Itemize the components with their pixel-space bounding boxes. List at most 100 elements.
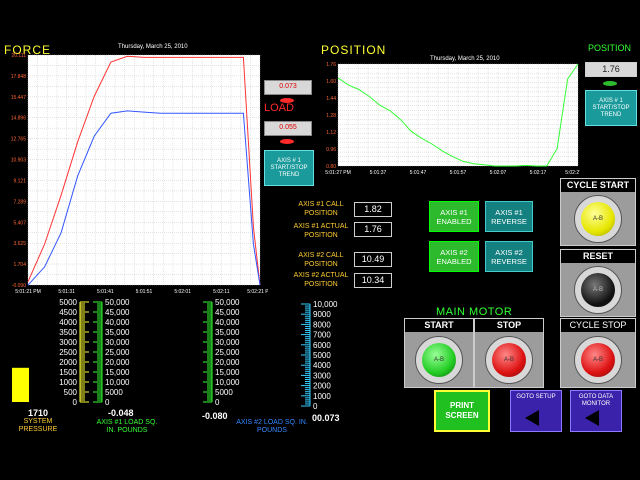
load-indicator-icon-2 (280, 139, 294, 144)
cycle-start-label: CYCLE START (561, 179, 635, 192)
y-tick-label: 1.28 (326, 113, 336, 119)
system-pressure-label: SYSTEM PRESSURE (18, 418, 58, 433)
stop-panel: STOP A-B (474, 318, 544, 388)
x-tick-label: 5:01:51 (136, 289, 153, 295)
axis1-actual-label: AXIS #1 ACTUAL POSITION (293, 223, 349, 239)
gauge-tick-label: 15,000 (105, 368, 130, 377)
load3-value: 00.073 (312, 413, 340, 423)
cycle-stop-button[interactable]: A-B (581, 343, 615, 377)
goto-data-monitor-button[interactable]: GOTO DATA MONITOR (570, 390, 622, 432)
y-tick-label: 15.447 (11, 95, 27, 101)
axis1-load-gauge: 50,00045,00040,00035,00030,00025,00020,0… (93, 298, 130, 407)
gauge-tick-label: 0 (215, 398, 220, 407)
gauge-tick-label: 3000 (59, 338, 77, 347)
gauge-tick-label: 35,000 (105, 328, 130, 337)
gauge-tick-label: 6000 (313, 341, 331, 350)
gauge-tick-label: 30,000 (105, 338, 130, 347)
force-x-ticks: 5:01:21 PM 5:01:31 5:01:41 5:01:51 5:02:01 5:… (15, 289, 268, 295)
start-button[interactable]: A-B (422, 343, 456, 377)
y-tick-label: 20.111 (11, 53, 26, 59)
gauge-tick-label: 50,000 (215, 298, 240, 307)
left-arrow-icon (525, 410, 539, 426)
force-trend-button[interactable]: AXIS # 1 START/STOP TREND (264, 150, 314, 186)
axis1-load-label: AXIS #1 LOAD SQ. IN. POUNDS (96, 419, 158, 434)
gauge-tick-label: 40,000 (215, 318, 240, 327)
gauge-tick-label: 4000 (313, 361, 331, 370)
y-tick-label: 14.896 (11, 116, 27, 122)
axis2-enabled-button[interactable]: AXIS #2 ENABLED (429, 241, 479, 272)
axis1-actual-value: 1.76 (354, 222, 392, 237)
axis2-reverse-button[interactable]: AXIS #2 REVERSE (485, 241, 533, 272)
goto-setup-button[interactable]: GOTO SETUP (510, 390, 562, 432)
gauge-tick-label: 40,000 (105, 318, 130, 327)
gauge-tick-label: 4500 (59, 308, 77, 317)
gauge-tick-label: 25,000 (215, 348, 240, 357)
x-tick-label: 5:02:17 (530, 170, 547, 176)
load-value-2: 0.055 (264, 121, 312, 136)
gauge-tick-label: 10,000 (313, 300, 338, 309)
gauge-tick-label: 4000 (59, 318, 77, 327)
axis1-reverse-button[interactable]: AXIS #1 REVERSE (485, 201, 533, 232)
main-motor-label: MAIN MOTOR (436, 306, 513, 318)
load-indicator-icon (280, 98, 294, 103)
cycle-start-panel: CYCLE START A-B (560, 178, 636, 246)
reset-panel: RESET A-B (560, 249, 636, 317)
x-tick-label: 5:01:27 PM (325, 170, 351, 176)
y-tick-label: 1.76 (326, 62, 336, 68)
gauge-tick-label: 9000 (313, 310, 331, 319)
gauge-tick-label: 0 (105, 398, 110, 407)
axis2-actual-label: AXIS #2 ACTUAL POSITION (293, 272, 349, 288)
gauge-tick-label: 5000 (215, 388, 233, 397)
position-y-ticks: 1.761.601.441.281.120.960.80 (326, 62, 336, 170)
x-tick-label: 5:02:07 (490, 170, 507, 176)
axis2-load-gauge: 50,00045,00040,00035,00030,00025,00020,0… (203, 298, 240, 407)
y-tick-label: 1.60 (326, 79, 336, 85)
force-y-ticks: 20.111 17.848 15.447 14.896 12.765 10.903 9.12… (11, 53, 27, 289)
gauge-tick-label: 500 (64, 388, 78, 397)
gauge-tick-label: 3000 (313, 371, 331, 380)
start-label: START (405, 319, 473, 332)
y-tick-label: 7.289 (13, 199, 26, 205)
reset-button[interactable]: A-B (581, 273, 615, 307)
axis1-enabled-button[interactable]: AXIS #1 ENABLED (429, 201, 479, 232)
load-label: LOAD (264, 102, 294, 114)
axis2-call-value: 10.49 (354, 252, 392, 267)
goto-setup-label: GOTO SETUP (516, 394, 556, 400)
gauges: 5000450040003500300025002000150010005000… (12, 298, 338, 411)
axis1-call-label: AXIS #1 CALL POSITION (298, 201, 344, 217)
axis1-load-value: -0.048 (108, 408, 134, 418)
axis1-call-value: 1.82 (354, 202, 392, 217)
start-panel: START A-B (404, 318, 474, 388)
y-tick-label: 0.96 (326, 147, 336, 153)
y-tick-label: 3.625 (13, 241, 26, 247)
x-tick-label: 5:02:01 (174, 289, 191, 295)
x-tick-label: 5:01:57 (450, 170, 467, 176)
gauge-tick-label: 25,000 (105, 348, 130, 357)
axis2-call-label: AXIS #2 CALL POSITION (298, 252, 344, 268)
reset-label: RESET (561, 250, 635, 263)
gauge-tick-label: 50,000 (105, 298, 130, 307)
gauge-tick-label: 5000 (59, 298, 77, 307)
stop-label: STOP (475, 319, 543, 332)
axis2-load-value: -0.080 (202, 411, 228, 421)
position-trend-button[interactable]: AXIS # 1 START/STOP TREND (585, 90, 637, 126)
gauge-tick-label: 30,000 (215, 338, 240, 347)
gauge-tick-label: 15,000 (215, 368, 240, 377)
x-tick-label: 5:01:31 (58, 289, 75, 295)
y-tick-label: 5.407 (13, 220, 26, 226)
position-right-label: POSITION (588, 43, 632, 53)
system-pressure-value: 1710 (28, 408, 49, 418)
print-screen-button[interactable]: PRINT SCREEN (434, 390, 490, 432)
y-tick-label: 9.121 (13, 178, 26, 184)
x-tick-label: 5:01:21 PM (15, 289, 41, 295)
gauge-tick-label: 20,000 (105, 358, 130, 367)
position-x-ticks: 5:01:27 PM 5:01:37 5:01:47 5:01:57 5:02:07 5:… (325, 170, 580, 176)
x-tick-label: 5:01:47 (410, 170, 427, 176)
force-chart: 20.111 17.848 15.447 14.896 12.765 10.903 9.12… (11, 53, 268, 295)
cycle-start-button[interactable]: A-B (581, 202, 615, 236)
axis2-load-label: AXIS #2 LOAD SQ. IN. POUNDS (236, 419, 308, 434)
gauge-tick-label: 1000 (313, 392, 331, 401)
system-pressure-gauge: 5000450040003500300025002000150010005000 (59, 298, 89, 407)
stop-button[interactable]: A-B (492, 343, 526, 377)
cycle-stop-label: CYCLE STOP (561, 319, 635, 332)
